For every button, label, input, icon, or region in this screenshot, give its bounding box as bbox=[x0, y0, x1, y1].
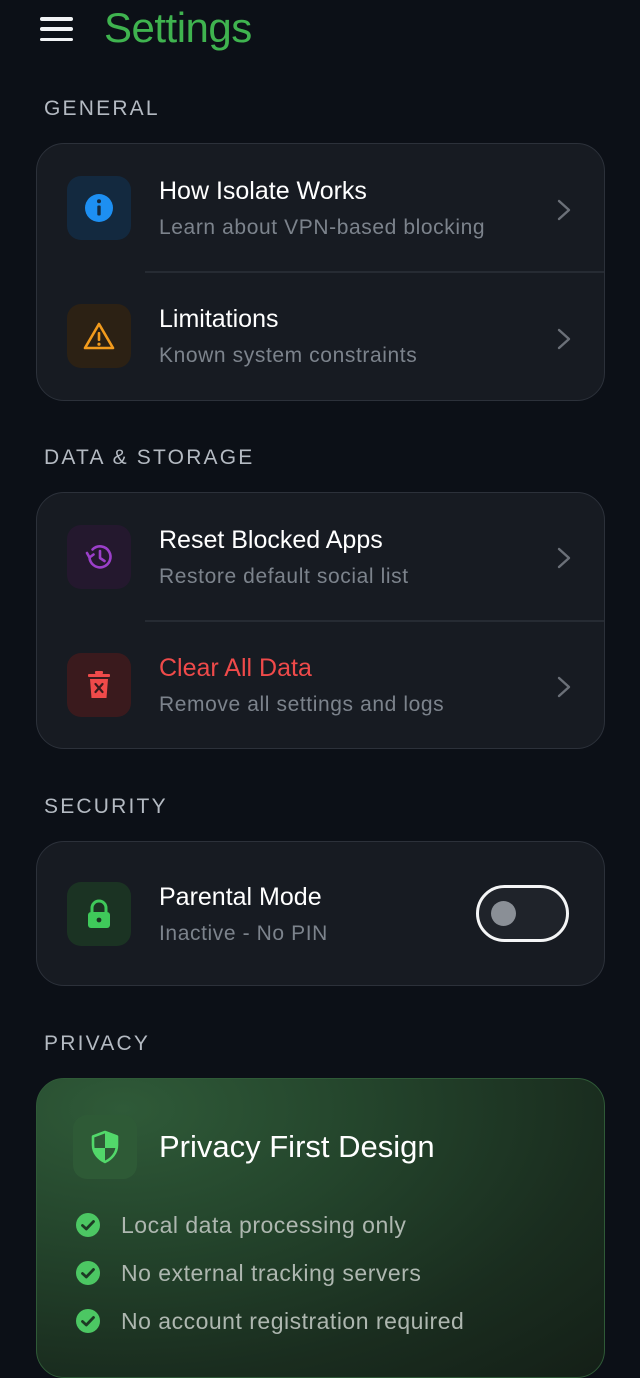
privacy-feature-text: Local data processing only bbox=[121, 1211, 407, 1238]
reset-blocked-apps-item[interactable]: Reset Blocked Apps Restore default socia… bbox=[37, 493, 604, 621]
privacy-feature-item: No external tracking servers bbox=[75, 1258, 421, 1288]
check-circle-icon bbox=[76, 1213, 100, 1237]
item-title: Reset Blocked Apps bbox=[159, 526, 383, 554]
parental-mode-title: Parental Mode bbox=[159, 883, 322, 911]
page-title: Settings bbox=[104, 4, 252, 51]
item-subtitle: Learn about VPN-based blocking bbox=[159, 216, 486, 239]
chevron-right-icon bbox=[557, 676, 571, 698]
section-label-general: GENERAL bbox=[44, 97, 160, 120]
security-card: Parental Mode Inactive - No PIN bbox=[36, 841, 605, 986]
section-label-privacy: PRIVACY bbox=[44, 1032, 151, 1055]
item-subtitle: Remove all settings and logs bbox=[159, 693, 445, 716]
parental-mode-toggle[interactable] bbox=[476, 885, 569, 942]
privacy-feature-item: Local data processing only bbox=[75, 1210, 406, 1240]
chevron-right-icon bbox=[557, 547, 571, 569]
item-title: Clear All Data bbox=[159, 654, 312, 682]
privacy-first-card: Privacy First Design Local data processi… bbox=[36, 1078, 605, 1378]
history-icon bbox=[67, 525, 131, 589]
privacy-feature-text: No external tracking servers bbox=[121, 1259, 422, 1286]
chevron-right-icon bbox=[557, 199, 571, 221]
toggle-knob bbox=[491, 901, 516, 926]
item-title: Limitations bbox=[159, 305, 279, 333]
section-label-security: SECURITY bbox=[44, 795, 168, 818]
privacy-feature-item: No account registration required bbox=[75, 1306, 464, 1336]
privacy-feature-text: No account registration required bbox=[121, 1307, 465, 1334]
data-storage-card: Reset Blocked Apps Restore default socia… bbox=[36, 492, 605, 749]
privacy-card-title: Privacy First Design bbox=[159, 1129, 435, 1164]
check-circle-icon bbox=[76, 1309, 100, 1333]
warning-icon bbox=[67, 304, 131, 368]
general-card: How Isolate Works Learn about VPN-based … bbox=[36, 143, 605, 401]
check-circle-icon bbox=[76, 1261, 100, 1285]
limitations-item[interactable]: Limitations Known system constraints bbox=[37, 273, 604, 400]
info-icon bbox=[67, 176, 131, 240]
parental-mode-status: Inactive - No PIN bbox=[159, 922, 328, 945]
section-label-data-storage: DATA & STORAGE bbox=[44, 446, 255, 469]
how-isolate-works-item[interactable]: How Isolate Works Learn about VPN-based … bbox=[37, 144, 604, 272]
shield-icon bbox=[73, 1115, 137, 1179]
item-title: How Isolate Works bbox=[159, 177, 367, 205]
lock-icon bbox=[67, 882, 131, 946]
item-subtitle: Known system constraints bbox=[159, 344, 418, 367]
app-header: Settings bbox=[0, 0, 640, 64]
item-subtitle: Restore default social list bbox=[159, 565, 409, 588]
clear-all-data-item[interactable]: Clear All Data Remove all settings and l… bbox=[37, 622, 604, 748]
trash-icon bbox=[67, 653, 131, 717]
chevron-right-icon bbox=[557, 328, 571, 350]
hamburger-menu-icon[interactable] bbox=[40, 17, 74, 41]
